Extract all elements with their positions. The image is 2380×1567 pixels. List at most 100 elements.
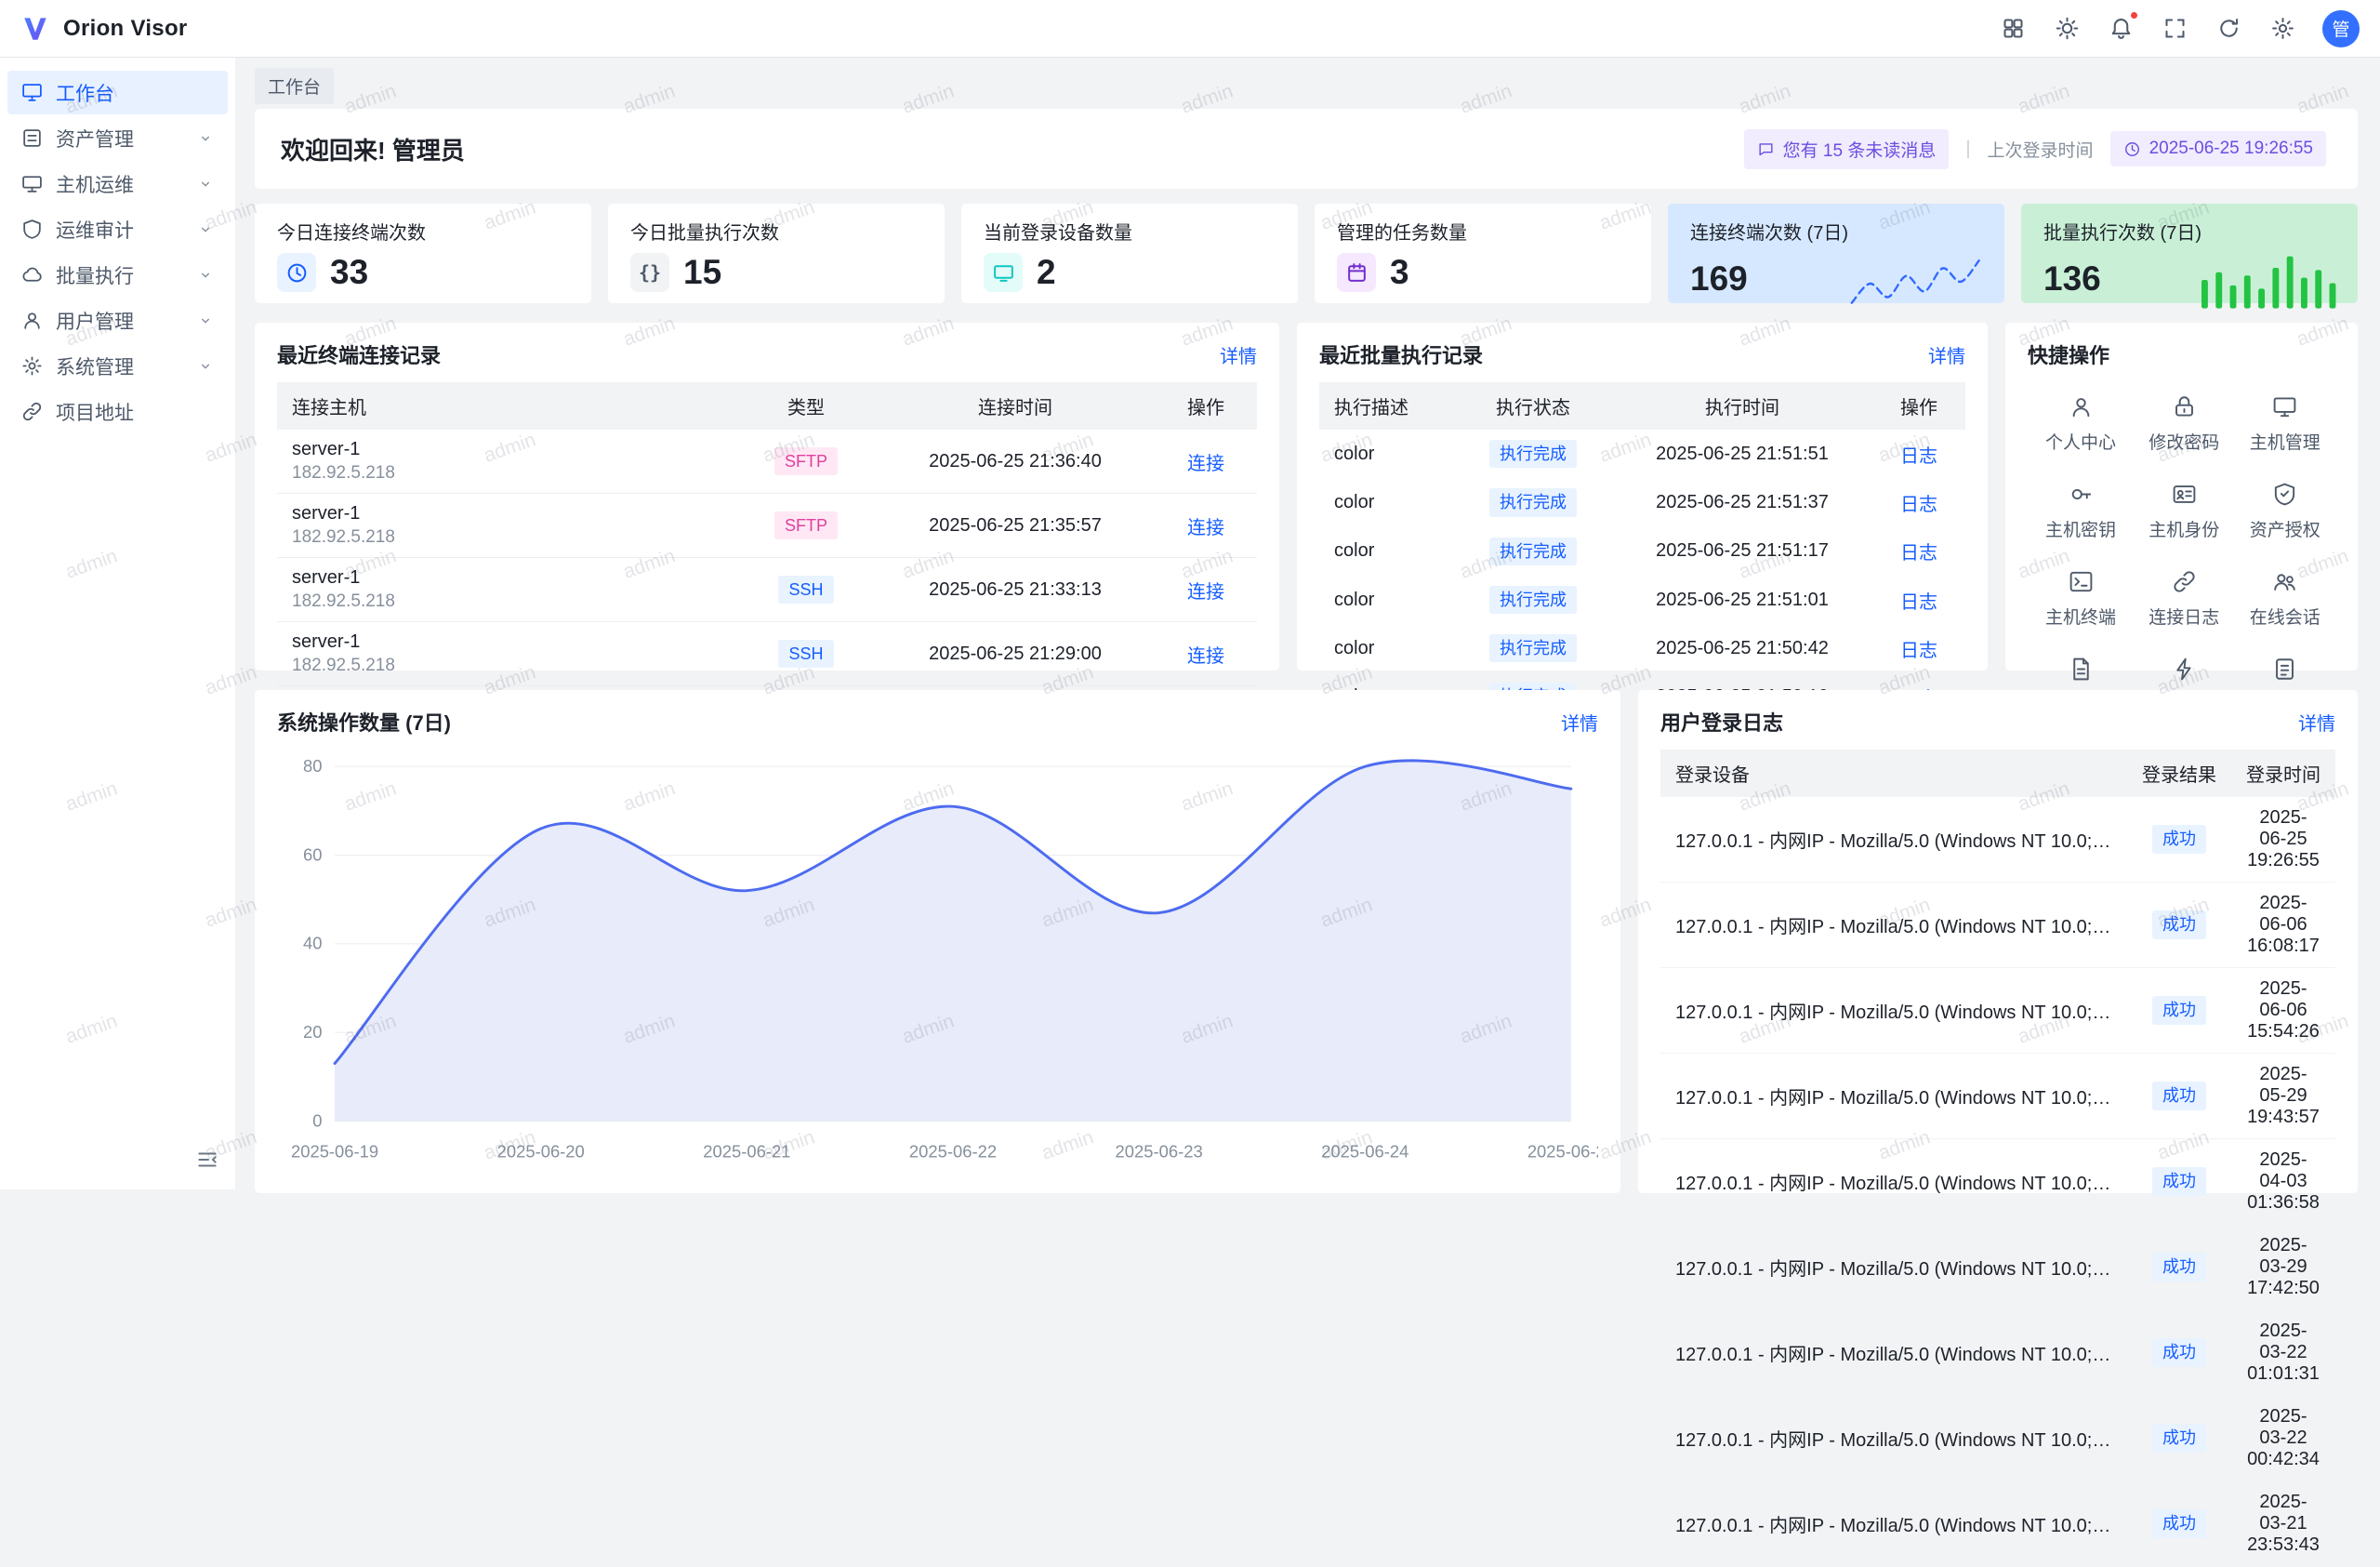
host-name: server-1 <box>292 631 721 653</box>
workbench-icon <box>20 81 44 104</box>
notifications-button[interactable] <box>2099 7 2142 50</box>
status-badge: 执行完成 <box>1489 586 1577 614</box>
file-icon <box>2068 656 2095 683</box>
stat-card-login-devices: 当前登录设备数量 2 <box>961 204 1298 303</box>
result-badge: 成功 <box>2152 1338 2206 1366</box>
recent-connections-table: 连接主机 类型 连接时间 操作 server-1182.92.5.218 SFT… <box>277 382 1257 686</box>
system-ops-detail-link[interactable]: 详情 <box>1561 709 1598 736</box>
monitor-icon <box>2271 393 2298 420</box>
log-link[interactable]: 日志 <box>1900 641 1937 661</box>
sidebar-item-asset-management[interactable]: 资产管理 <box>7 116 228 160</box>
fullscreen-button[interactable] <box>2153 7 2196 50</box>
result-badge: 成功 <box>2152 1167 2206 1195</box>
apps-button[interactable] <box>1991 7 2034 50</box>
panel-title: 系统操作数量 (7日) <box>277 707 451 737</box>
sidebar-item-system-management[interactable]: 系统管理 <box>7 344 228 388</box>
last-login-time-pill: 2025-06-25 19:26:55 <box>2110 131 2326 166</box>
host-name: server-1 <box>292 567 721 589</box>
connect-time: 2025-06-25 21:29:00 <box>876 622 1155 686</box>
bottom-row: 系统操作数量 (7日) 详情 0204060802025-06-192025-0… <box>255 690 2358 1193</box>
quick-action-online-sessions[interactable]: 在线会话 <box>2235 568 2336 629</box>
svg-text:2025-06-24: 2025-06-24 <box>1321 1141 1408 1161</box>
stat-card-7d-executions: 批量执行次数 (7日) 136 <box>2021 204 2358 303</box>
document-list-icon <box>2271 656 2298 683</box>
sidebar-collapse-button[interactable] <box>191 1143 224 1176</box>
execution-time: 2025-06-25 21:51:17 <box>1612 527 1872 576</box>
login-device: 127.0.0.1 - 内网IP - Mozilla/5.0 (Windows … <box>1675 1254 2112 1281</box>
login-time: 2025-03-29 17:42:50 <box>2231 1225 2335 1310</box>
chevron-down-icon <box>196 357 215 376</box>
log-link[interactable]: 日志 <box>1900 592 1937 613</box>
calendar-icon <box>1337 253 1376 292</box>
log-link[interactable]: 日志 <box>1900 543 1937 564</box>
settings-button[interactable] <box>2261 7 2304 50</box>
login-device: 127.0.0.1 - 内网IP - Mozilla/5.0 (Windows … <box>1675 1339 2112 1366</box>
log-link[interactable]: 日志 <box>1900 446 1937 467</box>
column-header: 连接时间 <box>876 382 1155 430</box>
login-logs-detail-link[interactable]: 详情 <box>2298 709 2335 736</box>
sidebar-item-user-management[interactable]: 用户管理 <box>7 299 228 342</box>
unread-messages-pill[interactable]: 您有 15 条未读消息 <box>1744 129 1950 169</box>
system-ops-chart: 0204060802025-06-192025-06-202025-06-212… <box>277 740 1598 1171</box>
quick-action-host-identity[interactable]: 主机身份 <box>2134 481 2234 541</box>
sidebar-item-host-ops[interactable]: 主机运维 <box>7 162 228 206</box>
result-badge: 成功 <box>2152 1509 2206 1537</box>
result-badge: 成功 <box>2152 996 2206 1024</box>
connect-link[interactable]: 连接 <box>1187 454 1224 474</box>
avatar[interactable]: 管 <box>2322 10 2360 47</box>
last-login-time: 2025-06-25 19:26:55 <box>2149 139 2313 159</box>
main-content: 工作台 欢迎回来! 管理员 您有 15 条未读消息 | 上次登录时间 2025-… <box>235 58 2380 1189</box>
quick-action-connection-log[interactable]: 连接日志 <box>2134 568 2234 629</box>
quick-action-host-management[interactable]: 主机管理 <box>2235 393 2336 454</box>
quick-action-profile[interactable]: 个人中心 <box>2028 393 2134 454</box>
breadcrumb: 工作台 <box>255 69 2358 102</box>
execution-time: 2025-06-25 21:51:51 <box>1612 430 1872 478</box>
divider: | <box>1965 139 1970 160</box>
middle-row: 最近终端连接记录 详情 连接主机 类型 连接时间 操作 server-1182.… <box>255 323 2358 671</box>
connect-link[interactable]: 连接 <box>1187 646 1224 667</box>
quick-action-change-password[interactable]: 修改密码 <box>2134 393 2234 454</box>
quick-action-host-keys[interactable]: 主机密钥 <box>2028 481 2134 541</box>
table-row: 127.0.0.1 - 内网IP - Mozilla/5.0 (Windows … <box>1660 883 2335 968</box>
sidebar-item-ops-audit[interactable]: 运维审计 <box>7 207 228 251</box>
connect-link[interactable]: 连接 <box>1187 518 1224 538</box>
column-header: 类型 <box>736 382 876 430</box>
stat-label: 今日批量执行次数 <box>630 218 922 245</box>
stat-value: 15 <box>683 253 721 292</box>
refresh-button[interactable] <box>2207 7 2250 50</box>
connections-detail-link[interactable]: 详情 <box>1220 341 1257 368</box>
breadcrumb-item-workbench[interactable]: 工作台 <box>255 68 334 104</box>
column-header: 登录设备 <box>1660 750 2127 797</box>
log-link[interactable]: 日志 <box>1900 495 1937 515</box>
theme-toggle-button[interactable] <box>2045 7 2088 50</box>
executions-detail-link[interactable]: 详情 <box>1928 341 1965 368</box>
sidebar-item-label: 项目地址 <box>56 398 134 426</box>
host-name: server-1 <box>292 439 721 460</box>
login-device: 127.0.0.1 - 内网IP - Mozilla/5.0 (Windows … <box>1675 1510 2112 1537</box>
quick-action-host-terminal[interactable]: 主机终端 <box>2028 568 2134 629</box>
apps-icon <box>2001 16 2026 41</box>
connect-link[interactable]: 连接 <box>1187 582 1224 603</box>
execution-time: 2025-06-25 21:51:01 <box>1612 576 1872 624</box>
sidebar-item-project-link[interactable]: 项目地址 <box>7 390 228 433</box>
connect-time: 2025-06-25 21:33:13 <box>876 558 1155 622</box>
stat-label: 批量执行次数 (7日) <box>2043 218 2335 245</box>
sidebar-item-batch-execution[interactable]: 批量执行 <box>7 253 228 297</box>
connections-sparkline <box>1848 248 1982 310</box>
host-ip: 182.92.5.218 <box>292 656 721 676</box>
table-row: server-1182.92.5.218 SSH 2025-06-25 21:2… <box>277 622 1257 686</box>
stat-value: 136 <box>2043 259 2101 299</box>
brand[interactable]: Orion Visor <box>20 13 188 45</box>
execution-desc: color <box>1319 430 1454 478</box>
panel-title: 最近批量执行记录 <box>1319 339 1483 369</box>
execution-desc: color <box>1319 576 1454 624</box>
svg-text:80: 80 <box>303 756 322 776</box>
svg-text:2025-06-20: 2025-06-20 <box>497 1141 585 1161</box>
sidebar-item-label: 工作台 <box>56 79 114 107</box>
sidebar-item-workbench[interactable]: 工作台 <box>7 71 228 114</box>
chevron-down-icon <box>196 266 215 285</box>
panel-title: 用户登录日志 <box>1660 707 1783 737</box>
column-header: 连接主机 <box>277 382 736 430</box>
quick-action-asset-authorization[interactable]: 资产授权 <box>2235 481 2336 541</box>
login-time: 2025-03-22 01:01:31 <box>2231 1310 2335 1396</box>
